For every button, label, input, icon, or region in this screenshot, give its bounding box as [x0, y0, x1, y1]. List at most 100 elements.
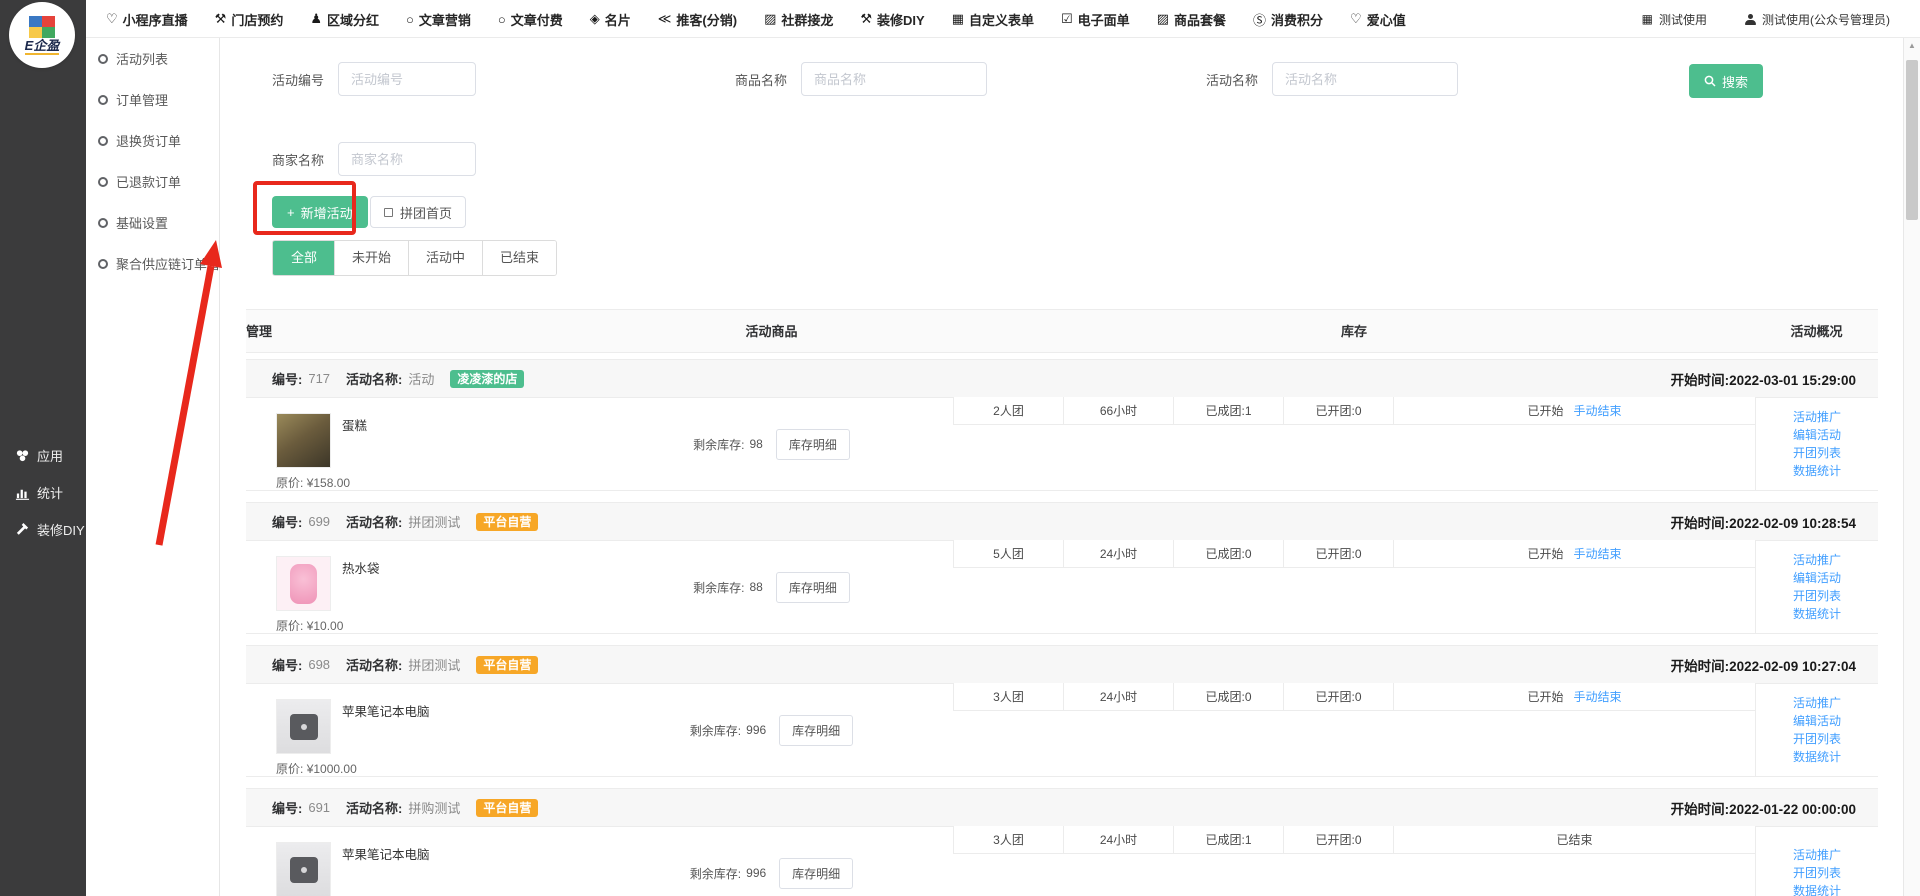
manage-cell: 活动推广编辑活动开团列表数据统计 [1755, 684, 1878, 776]
manage-link[interactable]: 数据统计 [1793, 464, 1841, 479]
stat-cell: 2人团 [953, 397, 1063, 425]
nav-label: 商品套餐 [1174, 10, 1226, 29]
top-nav-item[interactable]: ⚒ 门店预约 [215, 10, 284, 29]
nav-icon: ▨ [764, 11, 776, 27]
top-nav-item[interactable]: ○ 文章付费 [498, 10, 563, 29]
status-tab[interactable]: 活动中 [408, 241, 482, 275]
manual-end-link[interactable]: 手动结束 [1574, 547, 1622, 561]
nav-label: 门店预约 [231, 10, 283, 29]
submenu-item[interactable]: 基础设置 [86, 202, 219, 243]
scroll-up-icon[interactable]: ▲ [1904, 38, 1920, 54]
nav-icon: ♟ [310, 11, 322, 27]
manage-link[interactable]: 数据统计 [1793, 607, 1841, 622]
manage-link[interactable]: 编辑活动 [1793, 571, 1841, 586]
top-nav-item[interactable]: ◈ 名片 [590, 10, 631, 29]
grid-icon: ▦ [1642, 12, 1653, 26]
status-tab[interactable]: 未开始 [334, 241, 408, 275]
table-header-cell: 活动商品 [590, 310, 953, 354]
submenu-label: 订单管理 [116, 90, 168, 109]
nav-label: 文章营销 [419, 10, 471, 29]
filter-field: 商家名称 [272, 142, 476, 176]
manage-link[interactable]: 开团列表 [1793, 732, 1841, 747]
top-nav-item[interactable]: Ⓢ 消费积分 [1253, 10, 1323, 29]
stock-cell: 剩余库存:996 库存明细 [590, 827, 953, 896]
page-scrollbar: ▲ [1903, 38, 1920, 896]
sidebar-item[interactable]: 装修DIY [0, 511, 86, 548]
manage-link[interactable]: 活动推广 [1793, 410, 1841, 425]
product-image [276, 556, 331, 611]
top-nav-item[interactable]: ⚒ 装修DIY [860, 10, 924, 29]
workspace-switcher[interactable]: ▦ 测试使用 [1642, 11, 1707, 28]
activity-no: 717 [308, 371, 330, 386]
filter-input[interactable] [338, 142, 476, 176]
stock-label: 剩余库存: [690, 865, 741, 882]
start-time: 开始时间:2022-03-01 15:29:00 [1671, 369, 1856, 389]
manage-link[interactable]: 活动推广 [1793, 696, 1841, 711]
top-nav: ♡ 小程序直播 ⚒ 门店预约 ♟ 区域分红 ○ 文章营销 ○ 文章付费 [106, 0, 1406, 38]
filter-label: 活动编号 [272, 70, 324, 89]
sidebar-item[interactable]: 应用 [0, 437, 86, 474]
nav-icon: ≪ [658, 11, 672, 27]
status-tab[interactable]: 全部 [273, 241, 334, 275]
top-nav-item[interactable]: ○ 文章营销 [406, 10, 471, 29]
manage-link[interactable]: 开团列表 [1793, 589, 1841, 604]
sidebar-label: 应用 [37, 446, 63, 465]
stat-cell: 已成团:0 [1173, 540, 1283, 568]
submenu-label: 聚合供应链订单管 [116, 254, 220, 273]
top-nav-item[interactable]: ≪ 推客(分销) [658, 10, 737, 29]
group-home-button[interactable]: 拼团首页 [370, 196, 466, 228]
manage-link[interactable]: 活动推广 [1793, 848, 1841, 863]
submenu-item[interactable]: 聚合供应链订单管 [86, 243, 219, 284]
account-menu[interactable]: 测试使用(公众号管理员) [1745, 11, 1890, 28]
user-icon [1745, 14, 1756, 25]
filter-input[interactable] [1272, 62, 1458, 96]
submenu-item[interactable]: 已退款订单 [86, 161, 219, 202]
sidebar-icon [14, 522, 30, 538]
product-price: 原价: ¥1000.00 [276, 760, 357, 777]
top-nav-item[interactable]: ▨ 商品套餐 [1157, 10, 1226, 29]
manage-link[interactable]: 数据统计 [1793, 884, 1841, 896]
activity-table: 活动商品库存活动概况管理 编号: 717 活动名称: 活动 凌凌漆的店 开始时 [246, 309, 1878, 896]
app-logo[interactable]: E企盈 [9, 2, 75, 68]
top-nav-item[interactable]: ♡ 爱心值 [1350, 10, 1406, 29]
manage-link[interactable]: 活动推广 [1793, 553, 1841, 568]
stats-cells: 3人团24小时已成团:0已开团:0 [953, 683, 1393, 711]
filter-input[interactable] [338, 62, 476, 96]
activity-group-header: 编号: 691 活动名称: 拼购测试 平台自营 开始时间:2022-01-22 … [246, 788, 1878, 827]
top-nav-item[interactable]: ♡ 小程序直播 [106, 10, 188, 29]
manual-end-link[interactable]: 手动结束 [1574, 404, 1622, 418]
filter-input[interactable] [801, 62, 987, 96]
manage-link[interactable]: 数据统计 [1793, 750, 1841, 765]
manual-end-link[interactable]: 手动结束 [1574, 690, 1622, 704]
submenu-item[interactable]: 退换货订单 [86, 120, 219, 161]
add-activity-button[interactable]: + 新增活动 [272, 196, 368, 228]
stock-detail-button[interactable]: 库存明细 [776, 429, 850, 460]
stock-detail-button[interactable]: 库存明细 [779, 858, 853, 889]
activity-group-header: 编号: 698 活动名称: 拼团测试 平台自营 开始时间:2022-02-09 … [246, 645, 1878, 684]
circle-icon [98, 95, 108, 105]
no-label: 编号: [272, 655, 302, 674]
filter-label: 商品名称 [735, 70, 787, 89]
manage-link[interactable]: 编辑活动 [1793, 428, 1841, 443]
top-nav-item[interactable]: ▦ 自定义表单 [952, 10, 1034, 29]
stock-cell: 剩余库存:98 库存明细 [590, 398, 953, 490]
top-nav-item[interactable]: ☑ 电子面单 [1061, 10, 1130, 29]
top-nav-item[interactable]: ▨ 社群接龙 [764, 10, 833, 29]
manage-link[interactable]: 开团列表 [1793, 866, 1841, 881]
nav-label: 社群接龙 [781, 10, 833, 29]
submenu-item[interactable]: 订单管理 [86, 79, 219, 120]
status-text: 已开始 [1527, 690, 1563, 704]
sidebar-item[interactable]: 统计 [0, 474, 86, 511]
top-nav-item[interactable]: ♟ 区域分红 [310, 10, 379, 29]
activity-group-header: 编号: 717 活动名称: 活动 凌凌漆的店 开始时间:2022-03-01 1… [246, 359, 1878, 398]
status-tab[interactable]: 已结束 [482, 241, 556, 275]
submenu-item[interactable]: 活动列表 [86, 38, 219, 79]
scrollbar-thumb[interactable] [1906, 60, 1918, 220]
search-button[interactable]: 搜索 [1689, 64, 1763, 98]
manage-link[interactable]: 开团列表 [1793, 446, 1841, 461]
product-name: 苹果笔记本电脑 [342, 701, 430, 720]
topbar-right: ▦ 测试使用 测试使用(公众号管理员) [1642, 0, 1890, 38]
manage-link[interactable]: 编辑活动 [1793, 714, 1841, 729]
stock-detail-button[interactable]: 库存明细 [776, 572, 850, 603]
stock-detail-button[interactable]: 库存明细 [779, 715, 853, 746]
